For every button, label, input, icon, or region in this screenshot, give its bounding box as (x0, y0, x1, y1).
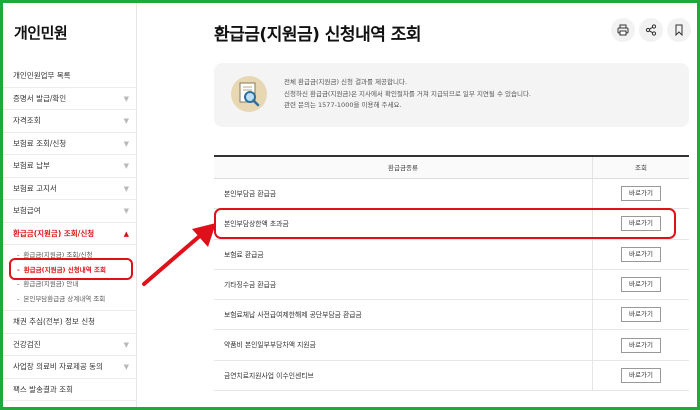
table-header: 환급금종류 조회 (214, 157, 689, 179)
sidebar-item-list[interactable]: 개인민원업무 목록 (3, 65, 137, 88)
print-icon (617, 24, 629, 36)
chevron-down-icon: ▼ (123, 162, 129, 170)
notice-box: 전체 환급금(지원금) 신청 결과를 제공합니다. 신청하신 환급금(지원금)은… (214, 63, 689, 127)
sidebar-highlight-box (9, 258, 133, 280)
sidebar-item-health-checkup[interactable]: 건강검진 ▼ (3, 334, 137, 356)
column-header-inquiry: 조회 (635, 164, 647, 172)
notice-line: 신청하신 환급금(지원금)은 지사에서 확인절차를 거쳐 지급되므로 일부 지연… (284, 89, 531, 98)
sidebar-menu: 개인민원업무 목록 증명서 발급/확인 ▼ 자격조회 ▼ 보험료 조회/신청 ▼ 보험… (3, 65, 137, 401)
table-row: 본인부담금 환급금 바로가기 (214, 179, 689, 210)
chevron-down-icon: ▼ (123, 94, 129, 103)
sidebar-item-label: 사업장 의료비 자료제공 동의 (13, 362, 103, 371)
sidebar-subitem-offset-history[interactable]: - 본인부담환급금 상계내역 조회 (3, 292, 137, 307)
sidebar-item-refund[interactable]: 환급금(지원금) 조회/신청 ▲ (3, 223, 137, 245)
sidebar-item-debt-collection[interactable]: 채권 추심(전부) 정보 신청 (3, 311, 137, 334)
chevron-down-icon: ▼ (123, 207, 129, 215)
sidebar-item-label: 환급금(지원금) 조회/신청 (13, 228, 95, 238)
row-label: 금연치료지원사업 이수인센티브 (214, 360, 593, 391)
sidebar-item-fax-result[interactable]: 팩스 발송결과 조회 (3, 379, 137, 401)
sidebar-item-medical-data-consent[interactable]: 사업장 의료비 자료제공 동의 ▼ (3, 356, 137, 379)
go-button[interactable]: 바로가기 (621, 337, 661, 353)
sidebar-item-label: 보험료 조회/신청 (13, 138, 67, 148)
row-label: 기타징수금 환급금 (214, 269, 593, 300)
sidebar-item-label: 개인민원업무 목록 (13, 71, 71, 80)
sidebar-item-label: 보험급여 (13, 206, 41, 215)
row-label: 보험료체납 사전급여제한해제 공단부담금 환급금 (214, 300, 593, 330)
chevron-down-icon: ▼ (123, 363, 129, 371)
chevron-down-icon: ▼ (123, 117, 129, 125)
sidebar-item-label: 채권 추심(전부) 정보 신청 (13, 317, 96, 326)
row-label: 본인부담금 환급금 (214, 179, 593, 209)
sidebar-item-qualification[interactable]: 자격조회 ▼ (3, 110, 137, 133)
sidebar: 개인민원 개인민원업무 목록 증명서 발급/확인 ▼ 자격조회 ▼ 보험료 조회/신… (3, 3, 137, 407)
chevron-down-icon: ▼ (123, 184, 129, 193)
sidebar-title: 개인민원 (14, 24, 68, 42)
sidebar-item-premium-notice[interactable]: 보험료 고지서 ▼ (3, 178, 137, 200)
sidebar-item-label: 건강검진 (13, 339, 41, 349)
notice-line: 전체 환급금(지원금) 신청 결과를 제공합니다. (284, 78, 408, 86)
sidebar-item-premium-inquiry[interactable]: 보험료 조회/신청 ▼ (3, 133, 137, 155)
sidebar-item-label: 보험료 납부 (13, 161, 50, 170)
sidebar-item-label: 보험료 고지서 (13, 183, 57, 193)
go-button[interactable]: 바로가기 (621, 277, 661, 293)
sidebar-item-label: 팩스 발송결과 조회 (13, 384, 73, 394)
chevron-up-icon: ▲ (123, 229, 129, 238)
table-row: 기타징수금 환급금 바로가기 (214, 269, 689, 301)
sidebar-item-certificate[interactable]: 증명서 발급/확인 ▼ (3, 88, 137, 110)
chevron-down-icon: ▼ (123, 139, 129, 148)
table-row: 약품비 본인일부부담차액 지원금 바로가기 (214, 330, 689, 361)
bookmark-icon (675, 24, 683, 36)
notice-line: 관련 문의는 1577-1000을 이용해 주세요. (284, 101, 402, 109)
table-row: 보험료체납 사전급여제한해제 공단부담금 환급금 바로가기 (214, 300, 689, 331)
go-button[interactable]: 바로가기 (621, 186, 661, 202)
chevron-down-icon: ▼ (123, 340, 129, 349)
table-row: 금연치료지원사업 이수인센티브 바로가기 (214, 360, 689, 392)
row-label: 약품비 본인일부부담차액 지원금 (214, 330, 593, 360)
annotation-arrow-icon (142, 223, 216, 286)
page-title: 환급금(지원금) 신청내역 조회 (214, 25, 422, 45)
row-label: 보험료 환급금 (214, 239, 593, 269)
share-button[interactable] (639, 18, 663, 42)
column-header-type: 환급금종류 (214, 157, 593, 178)
go-button[interactable]: 바로가기 (621, 307, 661, 323)
go-button[interactable]: 바로가기 (621, 367, 661, 383)
sidebar-item-label: 증명서 발급/확인 (13, 93, 67, 103)
table-row: 보험료 환급금 바로가기 (214, 239, 689, 270)
sidebar-item-benefits[interactable]: 보험급여 ▼ (3, 200, 137, 223)
print-button[interactable] (611, 18, 635, 42)
share-icon (645, 24, 657, 36)
row-highlight-box (214, 208, 676, 239)
go-button[interactable]: 바로가기 (621, 246, 661, 262)
search-document-icon (231, 76, 267, 112)
bookmark-button[interactable] (667, 18, 691, 42)
notice-text: 전체 환급금(지원금) 신청 결과를 제공합니다. 신청하신 환급금(지원금)은… (284, 77, 531, 112)
refund-table: 환급금종류 조회 본인부담금 환급금 바로가기 본인부담상한액 초과금 바로가기… (214, 155, 689, 392)
sidebar-subitem-label: 본인부담환급금 상계내역 조회 (23, 294, 106, 303)
sidebar-item-label: 자격조회 (13, 116, 41, 125)
sidebar-item-premium-payment[interactable]: 보험료 납부 ▼ (3, 155, 137, 178)
sidebar-subitem-label: 환급금(지원금) 안내 (23, 280, 79, 288)
